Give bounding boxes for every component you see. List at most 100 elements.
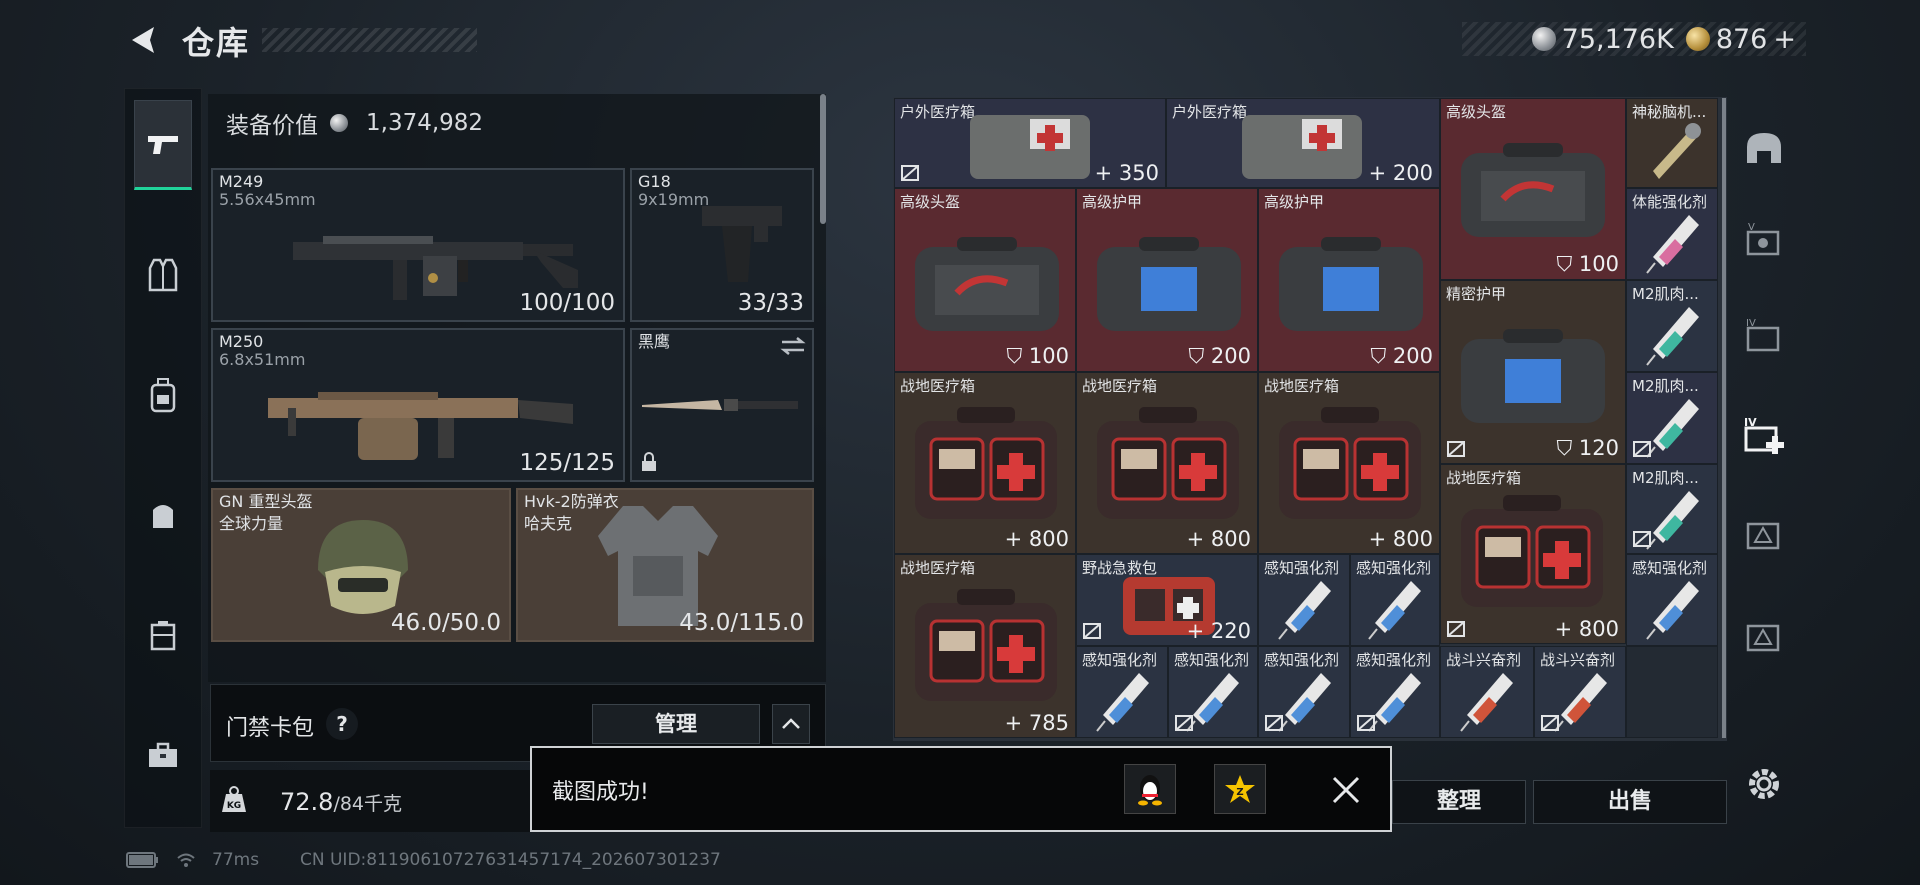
no-sell-icon <box>1633 531 1651 547</box>
gold-currency[interactable]: 876 + <box>1685 24 1796 55</box>
equipment-scrollbar[interactable] <box>820 94 826 224</box>
item-value: + 220 <box>1187 619 1251 643</box>
inventory-item[interactable]: 感知强化剂 <box>1350 646 1440 738</box>
qzone-share-button[interactable]: Z <box>1214 764 1266 814</box>
inventory-item[interactable]: 户外医疗箱 + 350 <box>894 98 1166 188</box>
inventory-item[interactable]: 神秘脑机... <box>1626 98 1718 188</box>
tab-case[interactable] <box>134 590 192 680</box>
shield-icon: ⛉ <box>1556 436 1573 460</box>
inventory-item[interactable]: 感知强化剂 <box>1258 646 1350 738</box>
inventory-item[interactable]: 战地医疗箱 + 800 <box>1258 372 1440 554</box>
item-name: M2肌肉... <box>1632 469 1699 487</box>
inventory-item[interactable]: 感知强化剂 <box>1168 646 1258 738</box>
armor-bag-image <box>1097 237 1241 331</box>
inventory-item[interactable]: 高级头盔 ⛉ 100 <box>1440 98 1626 280</box>
inventory-item[interactable]: 高级护甲 ⛉ 200 <box>1076 188 1258 372</box>
manage-button[interactable]: 管理 <box>592 704 760 744</box>
tab-backpack[interactable] <box>134 350 192 440</box>
inventory-item[interactable]: 战地医疗箱 + 785 <box>894 554 1076 738</box>
no-sell-icon <box>1357 715 1375 731</box>
item-name: 高级护甲 <box>1082 193 1143 211</box>
first-aid-kit-image <box>1279 407 1421 519</box>
help-icon[interactable]: ? <box>326 708 358 740</box>
pistol-icon <box>148 136 178 154</box>
tab-pouch[interactable] <box>134 470 192 560</box>
syringe-image <box>1646 491 1699 550</box>
item-name: 高级护甲 <box>1264 193 1325 211</box>
outdoor-medkit-image <box>970 115 1090 179</box>
tab-vest[interactable] <box>134 230 192 320</box>
swap-arrows-icon[interactable] <box>780 336 806 356</box>
inventory-item[interactable]: 感知强化剂 <box>1258 554 1350 646</box>
weapon-ammo: 6.8x51mm <box>219 350 306 369</box>
add-gold-button[interactable]: + <box>1773 24 1796 55</box>
triangle-filter-icon-2[interactable] <box>1738 610 1790 662</box>
tab-safebox[interactable] <box>134 710 192 800</box>
empty-slot[interactable] <box>1626 646 1718 738</box>
medical-filter-icon[interactable]: IV <box>1738 410 1790 462</box>
armor-bag-image <box>1279 237 1423 331</box>
helmet-bag-image <box>915 237 1059 331</box>
inventory-item[interactable]: 精密护甲 ⛉ 120 <box>1440 280 1626 464</box>
inventory-item[interactable]: 战地医疗箱 + 800 <box>1076 372 1258 554</box>
armor-iv-filter-icon[interactable]: IV <box>1738 310 1790 362</box>
toast-message: 截图成功! <box>552 780 649 805</box>
inventory-item[interactable]: 战斗兴奋剂 <box>1440 646 1534 738</box>
plus-icon: + <box>1094 161 1113 185</box>
battery-icon <box>126 852 158 868</box>
melee-slot[interactable]: 黑鹰 <box>630 328 814 482</box>
armor-slot[interactable]: Hvk-2防弹衣 哈夫克 43.0/115.0 <box>516 488 814 642</box>
weight-value: 72.8/84千克 <box>280 788 402 816</box>
inventory-item[interactable]: M2肌肉... <box>1626 464 1718 554</box>
triangle-filter-icon[interactable] <box>1738 508 1790 560</box>
collapse-button[interactable] <box>772 704 810 744</box>
item-value: + 785 <box>1005 711 1069 735</box>
primary-weapon-slot[interactable]: M249 5.56x45mm 100/100 <box>211 168 625 322</box>
armor-v-filter-icon[interactable]: V <box>1738 214 1790 266</box>
value-number: 120 <box>1578 436 1619 460</box>
armor-brand: 哈夫克 <box>524 514 573 533</box>
outdoor-medkit-image <box>1242 115 1362 179</box>
inventory-item[interactable]: M2肌肉... <box>1626 372 1718 464</box>
sort-button[interactable]: 整理 <box>1392 780 1526 824</box>
vest-icon <box>148 258 178 292</box>
knife-image <box>642 399 798 411</box>
inventory-item[interactable]: 感知强化剂 <box>1626 554 1718 646</box>
inventory-item[interactable]: 高级护甲 ⛉ 200 <box>1258 188 1440 372</box>
inventory-item[interactable]: 体能强化剂 <box>1626 188 1718 280</box>
no-sell-icon <box>1265 715 1283 731</box>
tab-weapons[interactable] <box>134 100 192 190</box>
status-bar: 77ms <box>126 850 259 870</box>
inventory-item[interactable]: 高级头盔 ⛉ 100 <box>894 188 1076 372</box>
syringe-image <box>1646 581 1699 640</box>
sell-button[interactable]: 出售 <box>1533 780 1727 824</box>
inventory-item[interactable]: 感知强化剂 <box>1350 554 1440 646</box>
inventory-item[interactable]: 户外医疗箱 + 200 <box>1166 98 1440 188</box>
secondary-weapon-slot[interactable]: G18 9x19mm 33/33 <box>630 168 814 322</box>
settings-gear-icon[interactable] <box>1738 758 1790 810</box>
inventory-item[interactable]: 战地医疗箱 + 800 <box>894 372 1076 554</box>
helmet-slot[interactable]: GN 重型头盔 全球力量 46.0/50.0 <box>211 488 511 642</box>
no-sell-icon <box>1175 715 1193 731</box>
page-title: 仓库 <box>182 24 251 62</box>
qq-share-button[interactable] <box>1124 764 1176 814</box>
back-arrow-icon[interactable] <box>124 24 164 56</box>
no-sell-icon <box>1083 623 1101 639</box>
shield-icon: ⛉ <box>1006 344 1023 368</box>
tertiary-weapon-slot[interactable]: M250 6.8x51mm 125/125 <box>211 328 625 482</box>
item-value: ⛉ 120 <box>1556 436 1619 461</box>
close-icon[interactable] <box>1330 774 1362 806</box>
helmet-filter-icon[interactable] <box>1738 122 1790 174</box>
value-number: 800 <box>1210 527 1251 551</box>
inventory-scrollbar[interactable] <box>1722 98 1726 738</box>
inventory-item[interactable]: 野战急救包 + 220 <box>1076 554 1258 646</box>
inventory-item[interactable]: 战斗兴奋剂 <box>1534 646 1626 738</box>
item-name: 神秘脑机... <box>1632 103 1707 121</box>
syringe-image <box>1278 673 1331 732</box>
inventory-item[interactable]: 战地医疗箱 + 800 <box>1440 464 1626 644</box>
plus-icon: + <box>1554 617 1573 641</box>
syringe-image <box>1278 581 1331 640</box>
inventory-item[interactable]: M2肌肉... <box>1626 280 1718 372</box>
inventory-item[interactable]: 感知强化剂 <box>1076 646 1168 738</box>
value-number: 800 <box>1578 617 1619 641</box>
